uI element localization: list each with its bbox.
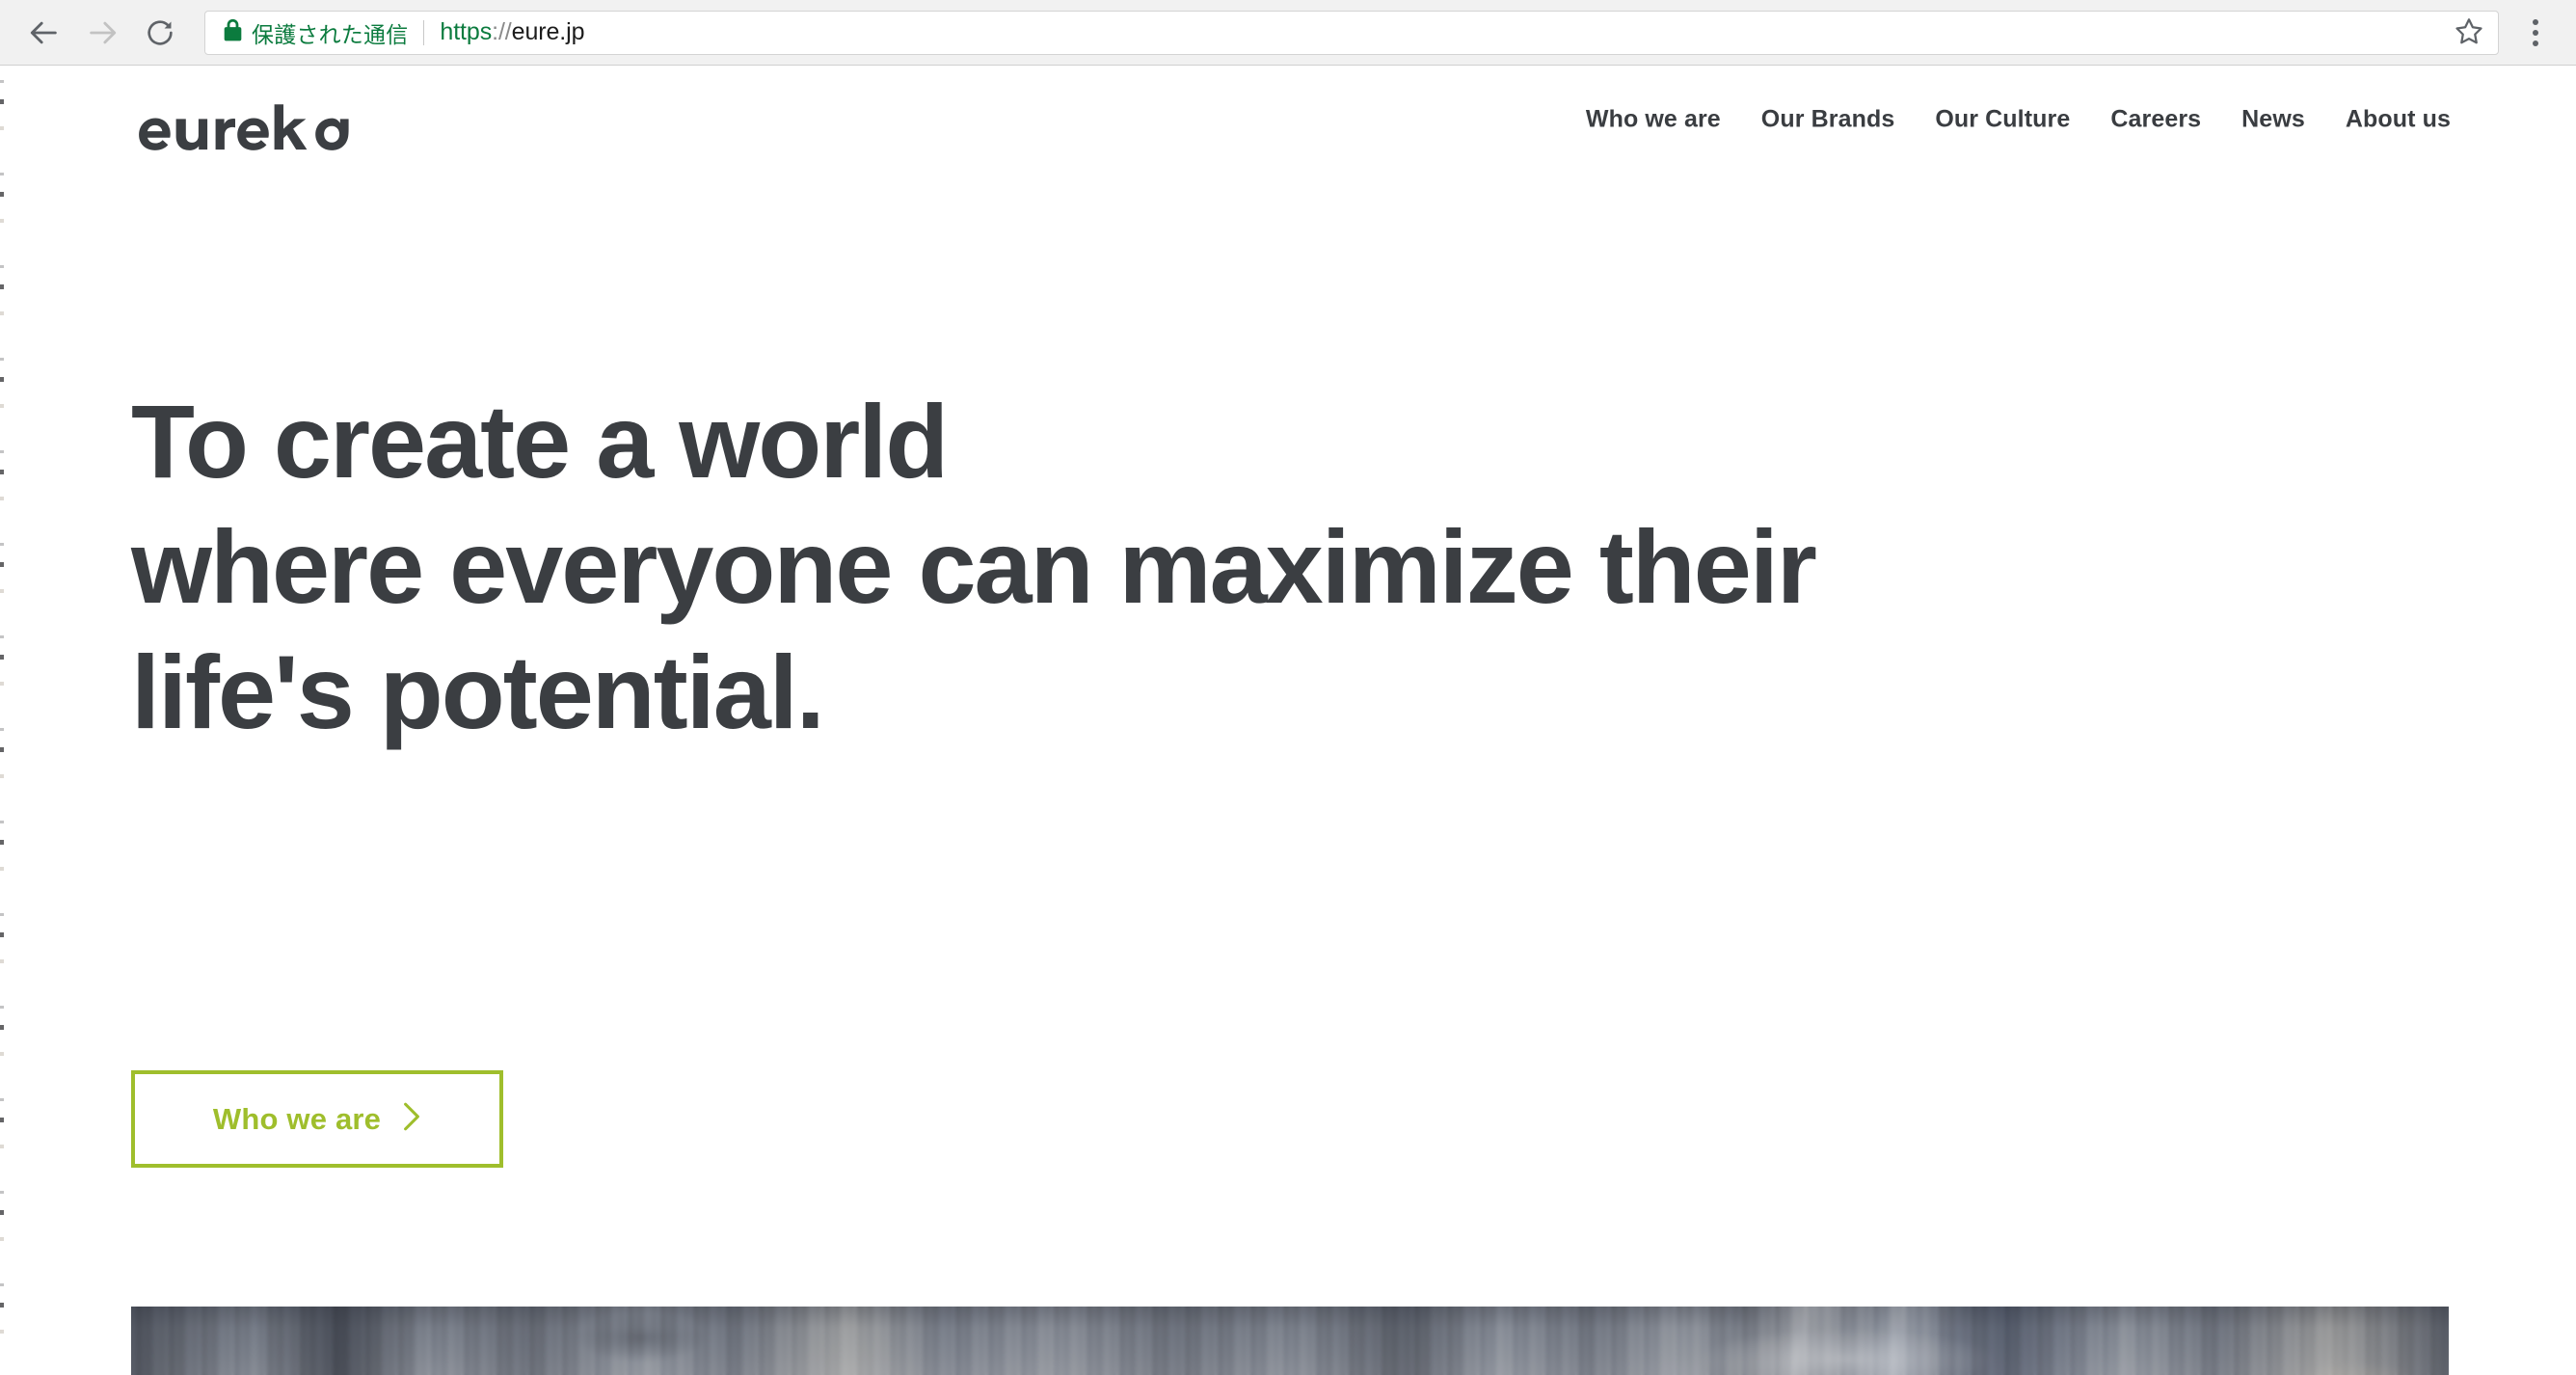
hero-heading-line-2: where everyone can maximize their — [131, 508, 1817, 625]
nav-item-our-culture[interactable]: Our Culture — [1915, 98, 2090, 142]
hero-media-image — [131, 1307, 2449, 1375]
security-label: 保護された通信 — [252, 22, 409, 48]
hero-heading-line-1: To create a world — [131, 383, 949, 499]
address-bar[interactable]: 保護された通信 https://eure.jp — [204, 10, 2499, 55]
cta-label: Who we are — [212, 1101, 382, 1136]
site-header: Who we are Our Brands Our Culture Career… — [0, 67, 2576, 173]
nav-item-who-we-are[interactable]: Who we are — [1566, 98, 1741, 142]
back-arrow-icon — [28, 16, 61, 49]
reload-button[interactable] — [133, 6, 187, 60]
nav-item-our-brands[interactable]: Our Brands — [1741, 98, 1916, 142]
browser-menu-button[interactable] — [2512, 10, 2559, 56]
nav-item-news[interactable]: News — [2221, 98, 2325, 142]
main-navigation: Who we are Our Brands Our Culture Career… — [1566, 98, 2451, 142]
url-separator: :// — [492, 18, 512, 45]
nav-item-about-us[interactable]: About us — [2325, 98, 2451, 142]
eureka-wordmark-icon — [131, 102, 355, 160]
eureka-logo[interactable] — [131, 103, 355, 159]
url-display[interactable]: https://eure.jp — [440, 18, 584, 46]
browser-nav-buttons — [17, 6, 187, 60]
star-icon — [2455, 16, 2483, 48]
forward-button — [75, 6, 129, 60]
offscreen-edge-sliver — [0, 67, 4, 1375]
url-host: eure.jp — [511, 18, 585, 45]
forward-arrow-icon — [86, 16, 119, 49]
bookmark-button[interactable] — [2450, 13, 2488, 52]
three-dot-menu-icon — [2533, 18, 2538, 46]
media-blur-layer — [131, 1307, 2449, 1375]
hero-heading-line-3: life's potential. — [131, 634, 825, 750]
lock-icon — [223, 18, 243, 47]
nav-item-careers[interactable]: Careers — [2090, 98, 2221, 142]
page-viewport: Who we are Our Brands Our Culture Career… — [0, 67, 2576, 1375]
omnibox-divider — [423, 19, 425, 45]
who-we-are-cta-button[interactable]: Who we are — [131, 1070, 503, 1168]
hero-heading: To create a world where everyone can max… — [131, 383, 1817, 766]
browser-toolbar: 保護された通信 https://eure.jp — [0, 0, 2576, 66]
reload-icon — [145, 17, 175, 48]
site-security-chip[interactable]: 保護された通信 — [223, 16, 408, 49]
back-button[interactable] — [17, 6, 71, 60]
chevron-right-icon — [402, 1101, 421, 1137]
url-scheme: https — [440, 18, 493, 45]
